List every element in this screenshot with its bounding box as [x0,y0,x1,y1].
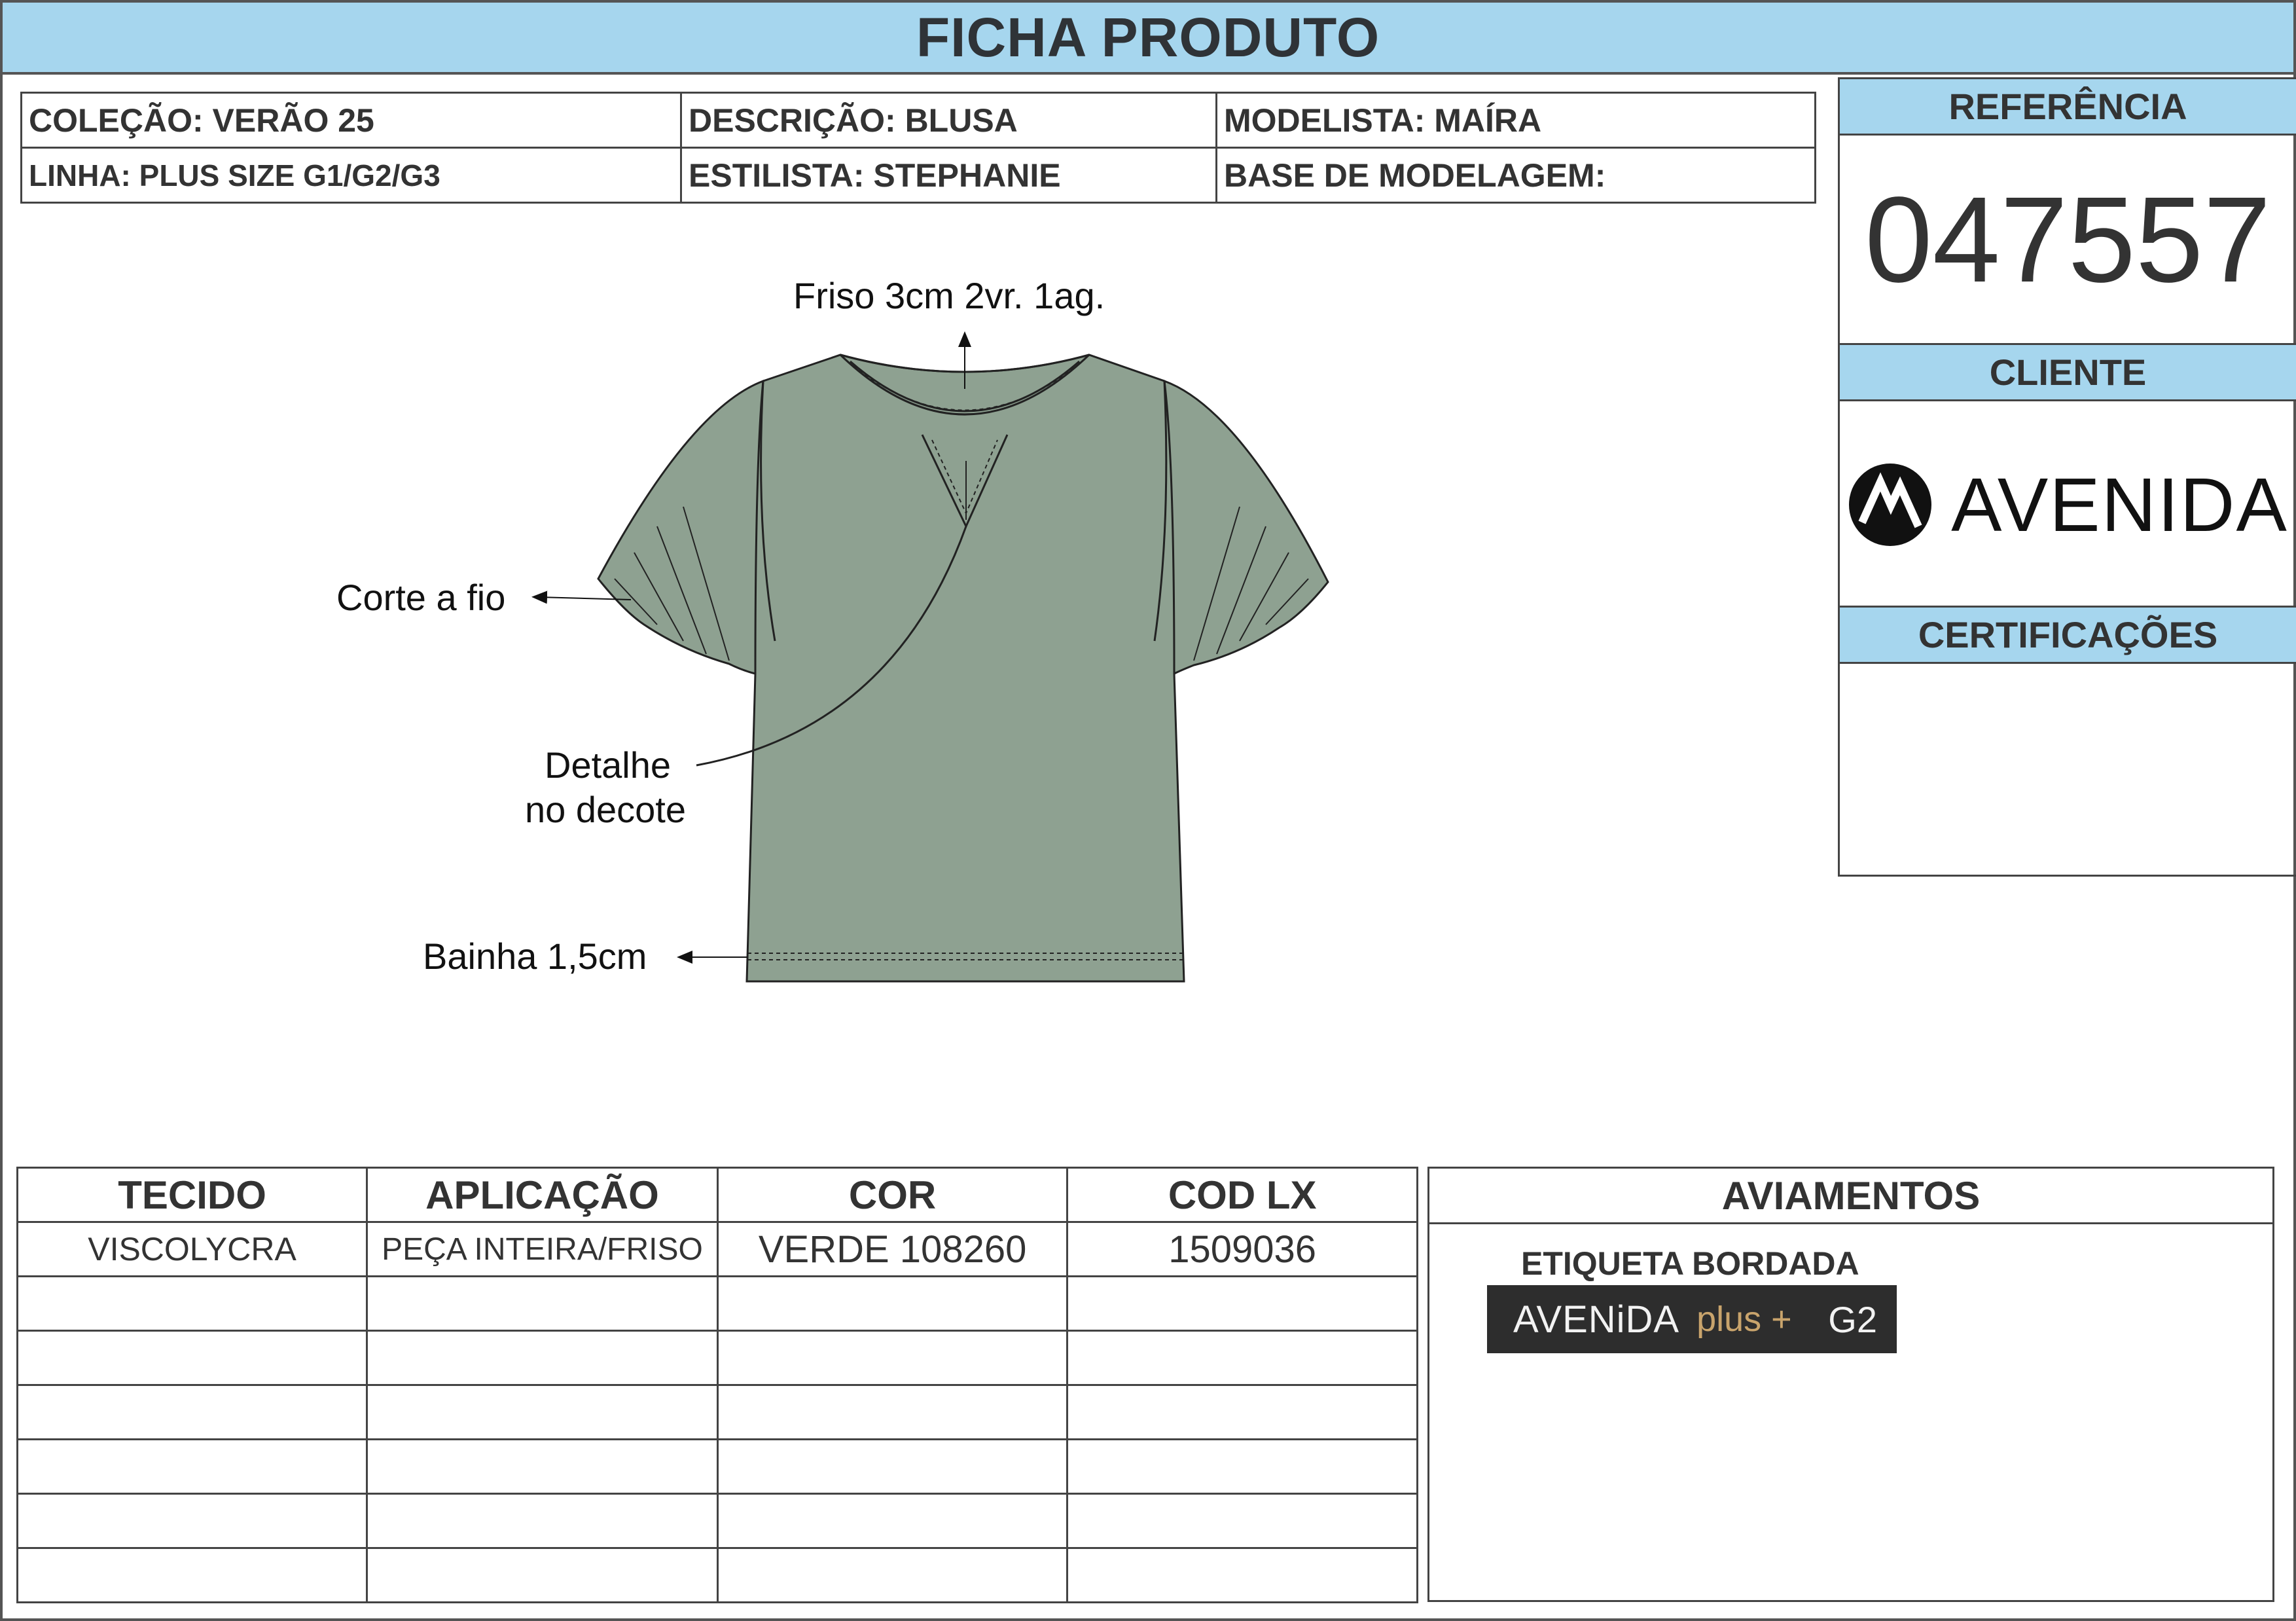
certificacoes-header: CERTIFICAÇÕES [1840,608,2296,664]
cliente-header: CLIENTE [1840,345,2296,401]
header-cod-lx: COD LX [1066,1167,1418,1223]
callout-bainha: Bainha 1,5cm [423,936,647,977]
certificacoes-panel: CERTIFICAÇÕES [1838,606,2296,877]
fabric-table: TECIDO APLICAÇÃO COR COD LX VISCOLYCRA P… [16,1167,1418,1603]
table-row [16,1438,1418,1495]
label-plus: plus + [1696,1300,1792,1339]
avenida-logo-text: AVENIDA [1951,462,2288,547]
cell-tecido: VISCOLYCRA [16,1221,368,1277]
callout-friso: Friso 3cm 2vr. 1ag. [793,275,1105,316]
empty-cell [716,1330,1069,1386]
avenida-logo-icon [1849,464,1932,546]
cell-aplicacao: PEÇA INTEIRA/FRISO [366,1221,719,1277]
header-cor: COR [716,1167,1069,1223]
aviamentos-header: AVIAMENTOS [1429,1169,2272,1224]
table-row [16,1384,1418,1440]
header-tecido: TECIDO [16,1167,368,1223]
empty-cell [366,1384,719,1440]
blouse-technical-drawing [531,331,1329,983]
product-sheet: FICHA PRODUTO COLEÇÃO: VERÃO 25 DESCRIÇÃ… [0,0,2296,1621]
table-row [16,1275,1418,1332]
empty-cell [1066,1547,1418,1603]
callout-detalhe-1: Detalhe [545,744,672,786]
empty-cell [16,1275,368,1332]
info-row: LINHA: PLUS SIZE G1/G2/G3 ESTILISTA: STE… [20,147,1816,204]
empty-cell [716,1438,1069,1495]
callout-detalhe-2: no decote [525,789,686,830]
empty-cell [16,1384,368,1440]
table-row: VISCOLYCRA PEÇA INTEIRA/FRISO VERDE 1082… [16,1221,1418,1277]
callout-corte: Corte a fio [336,577,506,618]
empty-cell [1066,1384,1418,1440]
table-row [16,1330,1418,1386]
empty-cell [1066,1330,1418,1386]
referencia-panel: REFERÊNCIA 047557 [1838,77,2296,346]
product-info-table: COLEÇÃO: VERÃO 25 DESCRIÇÃO: BLUSA MODEL… [20,92,1816,204]
estilista-cell: ESTILISTA: STEPHANIE [680,147,1217,204]
cliente-panel: CLIENTE AVENIDA [1838,343,2296,608]
embroidered-label-image: AVENiDA plus + G2 [1487,1285,1897,1353]
cell-cod-lx: 1509036 [1066,1221,1418,1277]
linha-cell: LINHA: PLUS SIZE G1/G2/G3 [20,147,682,204]
modelista-cell: MODELISTA: MAÍRA [1215,92,1816,149]
page-title: FICHA PRODUTO [3,3,2293,75]
aviamento-item-label: ETIQUETA BORDADA [1521,1245,1859,1282]
empty-cell [16,1493,368,1549]
cell-cor: VERDE 108260 [716,1221,1069,1277]
empty-cell [1066,1275,1418,1332]
base-modelagem-cell: BASE DE MODELAGEM: [1215,147,1816,204]
empty-cell [366,1330,719,1386]
table-row [16,1493,1418,1549]
referencia-header: REFERÊNCIA [1840,79,2296,136]
empty-cell [1066,1438,1418,1495]
empty-cell [16,1547,368,1603]
empty-cell [716,1275,1069,1332]
table-row [16,1547,1418,1603]
empty-cell [16,1330,368,1386]
empty-cell [366,1493,719,1549]
label-brand: AVENiDA [1513,1298,1680,1341]
empty-cell [716,1384,1069,1440]
empty-cell [366,1275,719,1332]
colecao-cell: COLEÇÃO: VERÃO 25 [20,92,682,149]
empty-cell [716,1493,1069,1549]
info-row: COLEÇÃO: VERÃO 25 DESCRIÇÃO: BLUSA MODEL… [20,92,1816,149]
header-aplicacao: APLICAÇÃO [366,1167,719,1223]
empty-cell [716,1547,1069,1603]
fabric-table-header: TECIDO APLICAÇÃO COR COD LX [16,1167,1418,1223]
empty-cell [366,1438,719,1495]
aviamentos-panel: AVIAMENTOS ETIQUETA BORDADA AVENiDA plus… [1427,1167,2274,1602]
empty-cell [1066,1493,1418,1549]
referencia-number: 047557 [1865,172,2271,308]
descricao-cell: DESCRIÇÃO: BLUSA [680,92,1217,149]
empty-cell [16,1438,368,1495]
label-size: G2 [1828,1298,1877,1340]
cliente-logo: AVENIDA [1840,401,2296,608]
empty-cell [366,1547,719,1603]
